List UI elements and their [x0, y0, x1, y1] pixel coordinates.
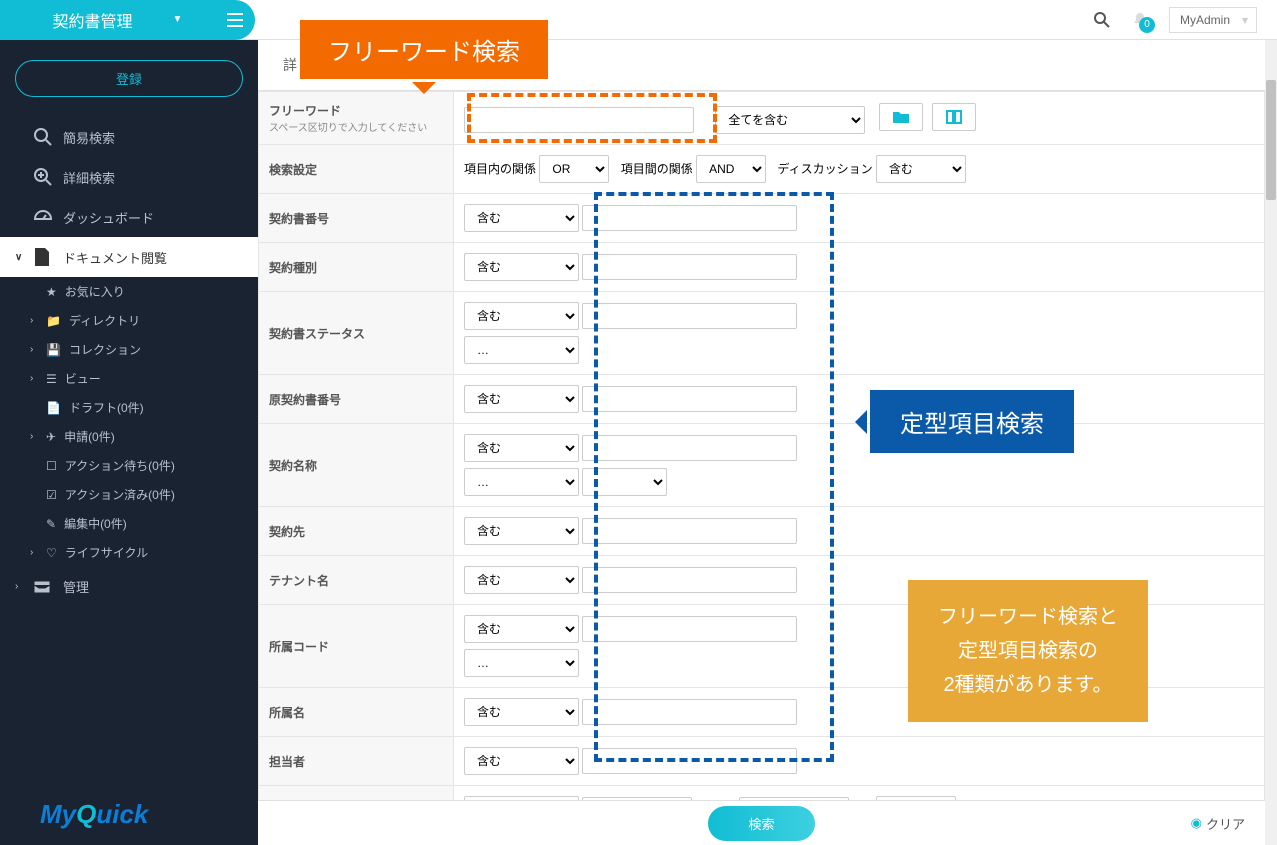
- nav-sub-item[interactable]: ☑アクション済み(0件): [0, 480, 258, 509]
- field-label: 契約名称: [259, 424, 454, 507]
- sidebar: 登録 簡易検索詳細検索ダッシュボード∨ドキュメント閲覧 ★お気に入り›📁ディレク…: [0, 40, 258, 845]
- logo: MyQuick: [40, 799, 148, 830]
- freeword-input[interactable]: [464, 107, 694, 133]
- field-label: 所属コード: [259, 605, 454, 688]
- app-name: 契約書管理: [53, 8, 133, 32]
- value-input[interactable]: [582, 205, 797, 231]
- search-form-table: フリーワード スペース区切りで入力してください 全てを含む 検索設定 項目内の関…: [258, 91, 1265, 835]
- search-icon[interactable]: [1093, 11, 1111, 29]
- op-select[interactable]: …: [464, 336, 579, 364]
- field-label: 契約先: [259, 507, 454, 556]
- nav-sub-item[interactable]: ›♡ライフサイクル: [0, 538, 258, 567]
- book-button[interactable]: [932, 103, 976, 131]
- nav-sub-item[interactable]: ✎編集中(0件): [0, 509, 258, 538]
- value-input[interactable]: [582, 567, 797, 593]
- hamburger-icon[interactable]: [215, 0, 255, 40]
- nav-dashboard[interactable]: ダッシュボード: [0, 197, 258, 237]
- field-label: 契約書番号: [259, 194, 454, 243]
- op-select[interactable]: 含む: [464, 566, 579, 594]
- field-label: 原契約書番号: [259, 375, 454, 424]
- bell-icon[interactable]: 0: [1131, 11, 1149, 29]
- nav-sub-item[interactable]: ›☰ビュー: [0, 364, 258, 393]
- nav-document[interactable]: ∨ドキュメント閲覧: [0, 237, 258, 277]
- discussion-select[interactable]: 含む: [876, 155, 966, 183]
- op-select[interactable]: 含む: [464, 302, 579, 330]
- op-select[interactable]: 含む: [464, 253, 579, 281]
- value-input[interactable]: [582, 303, 797, 329]
- inbox-icon: [33, 580, 53, 594]
- value-input[interactable]: [582, 435, 797, 461]
- callout-summary: フリーワード検索と 定型項目検索の 2種類があります。: [908, 580, 1148, 722]
- op-select[interactable]: 含む: [464, 698, 579, 726]
- field-label: 所属名: [259, 688, 454, 737]
- value-input[interactable]: [582, 748, 797, 774]
- field-label: 契約書ステータス: [259, 292, 454, 375]
- dashboard-icon: [33, 207, 53, 227]
- freeword-label: フリーワード スペース区切りで入力してください: [259, 92, 454, 145]
- within-select[interactable]: OR: [539, 155, 609, 183]
- callout-freeword: フリーワード検索: [300, 20, 548, 79]
- app-selector[interactable]: 契約書管理 ▼: [0, 0, 235, 40]
- settings-label: 検索設定: [259, 145, 454, 194]
- nav-sub-item[interactable]: ›✈申請(0件): [0, 422, 258, 451]
- op-select[interactable]: 含む: [464, 615, 579, 643]
- op-select[interactable]: 含む: [464, 434, 579, 462]
- op-select[interactable]: 含む: [464, 747, 579, 775]
- value-input[interactable]: [582, 518, 797, 544]
- freeword-match-select[interactable]: 全てを含む: [715, 106, 865, 134]
- sidebar-admin[interactable]: › 管理: [0, 567, 258, 606]
- main-content: 詳 フリーワード スペース区切りで入力してください 全てを含む 検索設定 項目内…: [258, 40, 1265, 845]
- value-input[interactable]: [582, 699, 797, 725]
- field-label: 担当者: [259, 737, 454, 786]
- field-label: テナント名: [259, 556, 454, 605]
- nav-sub-item[interactable]: ›💾コレクション: [0, 335, 258, 364]
- nav-sub-item[interactable]: ☐アクション待ち(0件): [0, 451, 258, 480]
- scrollbar-thumb[interactable]: [1266, 80, 1276, 200]
- value-input[interactable]: [582, 616, 797, 642]
- clear-link[interactable]: クリア: [1191, 814, 1245, 833]
- chevron-right-icon: ›: [15, 581, 23, 592]
- search-icon: [33, 127, 53, 147]
- register-button[interactable]: 登録: [15, 60, 243, 97]
- callout-fixed: 定型項目検索: [870, 390, 1074, 453]
- op-select[interactable]: 含む: [464, 385, 579, 413]
- between-select[interactable]: AND: [696, 155, 766, 183]
- footer-bar: 検索 クリア: [258, 800, 1265, 845]
- value-select[interactable]: [582, 468, 667, 496]
- scrollbar[interactable]: [1265, 40, 1277, 845]
- op-select[interactable]: …: [464, 468, 579, 496]
- document-icon: [33, 247, 53, 267]
- op-select[interactable]: 含む: [464, 517, 579, 545]
- chevron-right-icon: ∨: [15, 252, 23, 263]
- search-button[interactable]: 検索: [708, 806, 814, 841]
- value-input[interactable]: [582, 386, 797, 412]
- folder-button[interactable]: [879, 103, 923, 131]
- nav-sub-item[interactable]: 📄ドラフト(0件): [0, 393, 258, 422]
- field-label: 契約種別: [259, 243, 454, 292]
- op-select[interactable]: …: [464, 649, 579, 677]
- chevron-down-icon: ▼: [173, 14, 183, 25]
- op-select[interactable]: 含む: [464, 204, 579, 232]
- nav-plus-search[interactable]: 詳細検索: [0, 157, 258, 197]
- plus-search-icon: [33, 167, 53, 187]
- user-menu[interactable]: MyAdmin: [1169, 7, 1257, 33]
- nav-search[interactable]: 簡易検索: [0, 117, 258, 157]
- value-input[interactable]: [582, 254, 797, 280]
- top-right: 0 MyAdmin: [1093, 7, 1277, 33]
- notification-badge: 0: [1139, 17, 1155, 33]
- nav-sub-item[interactable]: ★お気に入り: [0, 277, 258, 306]
- nav-sub-item[interactable]: ›📁ディレクトリ: [0, 306, 258, 335]
- top-bar: 契約書管理 ▼ 0 MyAdmin: [0, 0, 1277, 40]
